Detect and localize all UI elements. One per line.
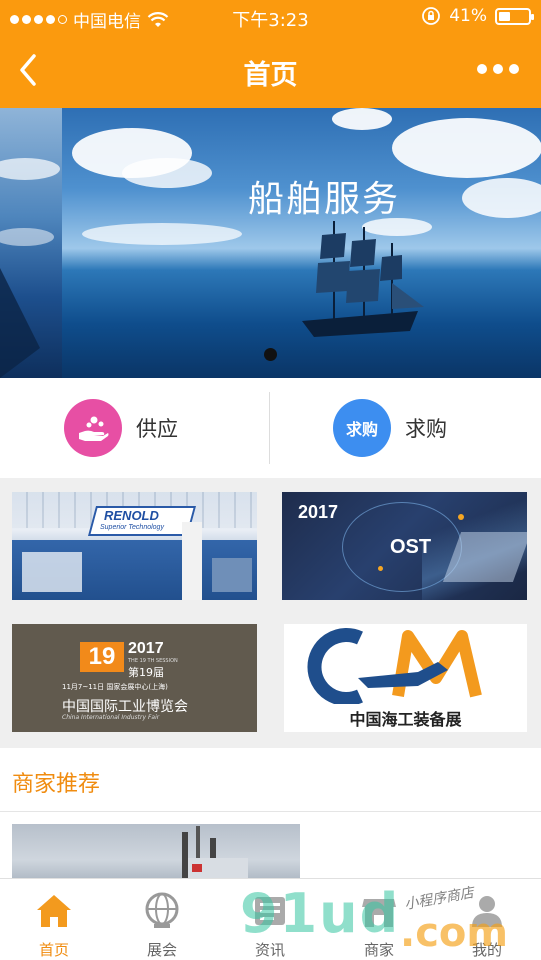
more-dot (509, 64, 519, 74)
tab-label: 商家 (363, 941, 394, 959)
ciif-year: 2017 (128, 640, 164, 657)
demand-button[interactable]: 求购 求购 (333, 378, 447, 478)
battery-percent: 41% (449, 6, 487, 26)
tab-bar: 首页 展会 资讯 商家 我的 (0, 878, 541, 960)
tab-label: 我的 (471, 941, 502, 959)
hand-give-icon (64, 399, 122, 457)
banner-title: 船舶服务 (248, 179, 401, 220)
tab-profile[interactable]: 我的 (433, 879, 541, 960)
renold-tagline: Superior Technology (100, 524, 164, 531)
tab-exhibitions[interactable]: 展会 (108, 879, 216, 960)
status-right: 41% (421, 6, 534, 26)
demand-label: 求购 (405, 417, 447, 441)
cm-logo (298, 626, 512, 706)
tile-ciif[interactable]: 19 2017 THE 19 TH SESSION 第19届 11月7~11日 … (12, 624, 257, 732)
tile-renold[interactable]: RENOLD Superior Technology (12, 492, 257, 600)
tab-label: 首页 (38, 941, 69, 959)
exhibition-tiles: RENOLD Superior Technology 2017 OST 19 2… (0, 478, 541, 748)
banner-previous-slide (0, 108, 62, 378)
supply-button[interactable]: 供应 (64, 378, 178, 478)
battery-icon (495, 7, 534, 25)
section-heading: 商家推荐 (0, 748, 541, 812)
carousel-indicator[interactable] (264, 348, 277, 361)
status-bar: 中国电信 下午3:23 41% (0, 0, 541, 34)
user-icon (472, 896, 502, 927)
quick-actions-divider (269, 392, 270, 464)
ciif-name-en: China International Industry Fair (62, 714, 160, 721)
supply-label: 供应 (136, 417, 178, 441)
more-button[interactable] (477, 64, 519, 74)
page-title: 首页 (243, 60, 298, 91)
tab-label: 资讯 (254, 941, 285, 959)
ciif-dates: 11月7~11日 国家会展中心(上海) (62, 683, 168, 691)
orientation-lock-icon (422, 7, 441, 25)
more-dot (493, 64, 503, 74)
ciif-edition: 第19届 (128, 666, 164, 679)
tab-label: 展会 (146, 941, 177, 959)
news-icon (255, 897, 285, 925)
ost-brand: OST (390, 536, 432, 558)
renold-brand: RENOLD (104, 508, 159, 523)
tile-cm[interactable]: 中国海工装备展 (284, 624, 527, 732)
store-icon (362, 899, 396, 927)
tab-merchants[interactable]: 商家 (325, 879, 433, 960)
ciif-session-badge: 19 (80, 642, 124, 672)
ciif-name-cn: 中国国际工业博览会 (62, 699, 188, 715)
home-icon (37, 895, 71, 927)
banner-carousel[interactable]: 船舶服务 (0, 108, 541, 378)
navigation-bar: 首页 (0, 34, 541, 108)
more-dot (477, 64, 487, 74)
tab-home[interactable]: 首页 (0, 879, 108, 960)
demand-badge-icon: 求购 (333, 399, 391, 457)
home-page: 中国电信 下午3:23 41% 首页 船舶服务 供应 求购 求购 RENOLD … (0, 0, 541, 960)
quick-actions: 供应 求购 求购 (0, 378, 541, 478)
battery-fill (499, 11, 510, 21)
banner-slide (62, 108, 541, 378)
cm-caption: 中国海工装备展 (349, 710, 462, 729)
ost-year: 2017 (298, 502, 339, 522)
merchant-card-photo[interactable] (12, 824, 300, 884)
tile-ost[interactable]: 2017 OST (282, 492, 527, 600)
sailing-ship-illustration (302, 221, 424, 337)
tab-news[interactable]: 资讯 (216, 879, 324, 960)
globe-icon (145, 892, 179, 928)
